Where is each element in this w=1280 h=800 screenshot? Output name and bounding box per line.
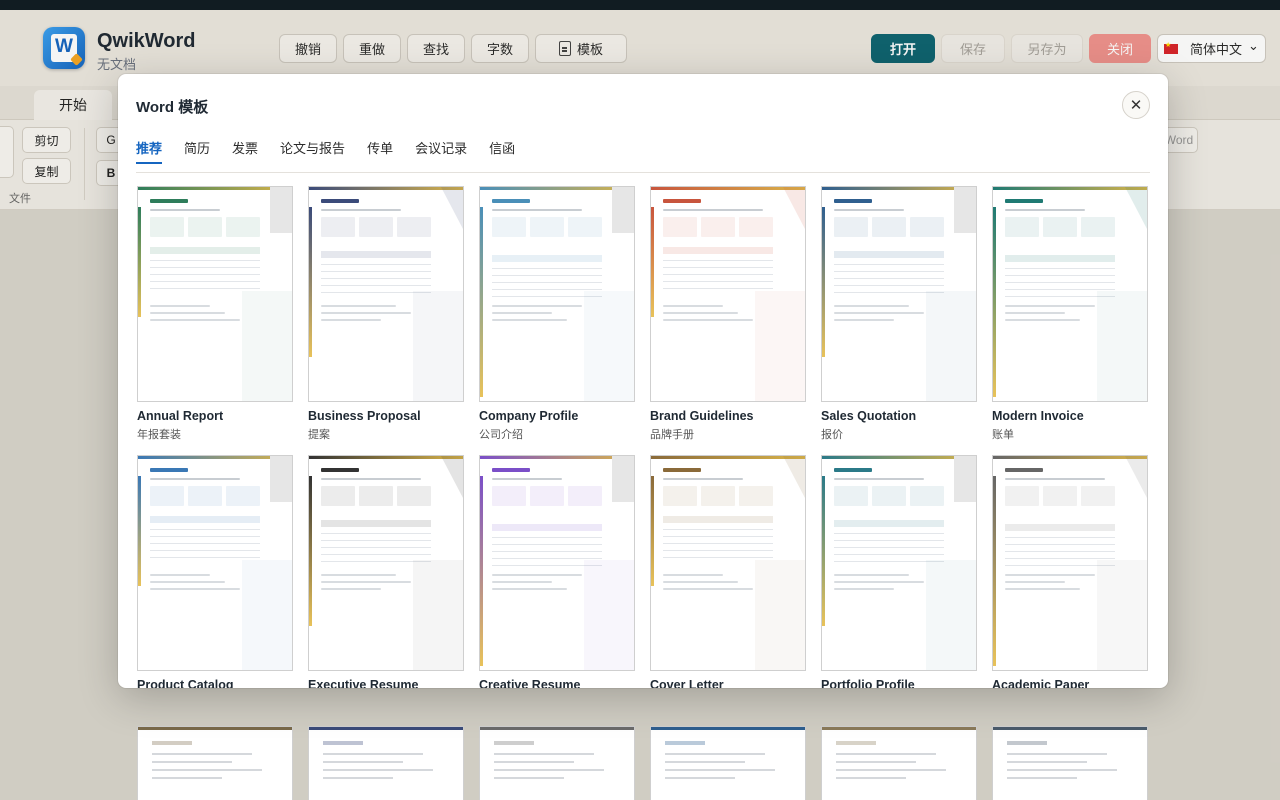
template-name: Product Catalog [137,678,234,688]
template-thumbnail-partial[interactable] [992,726,1148,800]
template-thumbnail [992,186,1148,402]
template-thumbnail-partial[interactable] [137,726,293,800]
template-modal: Word 模板 ✕ 推荐 简历 发票 论文与报告 传单 会议记录 信函 Annu… [118,74,1168,688]
template-subtitle: 报价 [821,429,843,441]
template-thumbnail-partial[interactable] [650,726,806,800]
tab-meeting-notes[interactable]: 会议记录 [415,138,467,164]
template-name: Cover Letter [650,678,724,688]
template-subtitle: 账单 [992,429,1014,441]
close-icon: ✕ [1129,97,1143,114]
template-thumbnail [308,455,464,671]
tab-recommended[interactable]: 推荐 [136,138,163,164]
template-thumbnail [992,455,1148,671]
template-card[interactable]: Brand Guidelines 品牌手册 [650,186,806,441]
template-card[interactable]: Sales Quotation 报价 [821,186,977,441]
template-thumbnail-partial[interactable] [479,726,635,800]
template-thumbnail-partial[interactable] [821,726,977,800]
template-card[interactable]: Company Profile 公司介绍 [479,186,635,441]
modal-title: Word 模板 [136,99,209,116]
template-name: Business Proposal [308,409,421,423]
template-name: Creative Resume [479,678,581,688]
template-card[interactable]: Business Proposal 提案 [308,186,464,441]
template-grid-lower-row [137,726,1149,800]
template-subtitle: 年报套装 [137,429,181,441]
template-thumbnail [650,186,806,402]
template-thumbnail [137,455,293,671]
template-name: Portfolio Profile [821,678,915,688]
modal-close-button[interactable]: ✕ [1122,91,1150,119]
template-thumbnail [650,455,806,671]
template-thumbnail [821,455,977,671]
tab-letters[interactable]: 信函 [489,138,515,164]
template-card[interactable]: Executive Resume简历 [308,455,464,688]
template-thumbnail [821,186,977,402]
tab-flyers[interactable]: 传单 [367,138,393,164]
template-name: Modern Invoice [992,409,1084,423]
template-name: Company Profile [479,409,579,423]
tab-papers-reports[interactable]: 论文与报告 [280,138,345,164]
template-name: Brand Guidelines [650,409,754,423]
template-name: Executive Resume [308,678,419,688]
template-name: Academic Paper [992,678,1090,688]
template-thumbnail-partial[interactable] [308,726,464,800]
template-thumbnail [308,186,464,402]
tab-resume[interactable]: 简历 [184,138,210,164]
tabs-divider [136,172,1150,173]
template-card[interactable]: Academic Paper论文套装 [992,455,1148,688]
template-tabs: 推荐 简历 发票 论文与报告 传单 会议记录 信函 [136,138,537,164]
template-thumbnail [479,186,635,402]
template-name: Annual Report [137,409,224,423]
template-card[interactable]: Product Catalog目录 [137,455,293,688]
template-thumbnail [479,455,635,671]
tab-invoice[interactable]: 发票 [232,138,258,164]
template-thumbnail [137,186,293,402]
template-card[interactable]: Creative Resume简历 [479,455,635,688]
template-card[interactable]: Modern Invoice 账单 [992,186,1148,441]
template-subtitle: 提案 [308,429,330,441]
template-card[interactable]: Portfolio Profile作品集 [821,455,977,688]
template-name: Sales Quotation [821,409,917,423]
template-card[interactable]: Cover Letter信函 [650,455,806,688]
template-subtitle: 品牌手册 [650,429,694,441]
template-subtitle: 公司介绍 [479,429,523,441]
template-card[interactable]: Annual Report 年报套装 [137,186,293,441]
